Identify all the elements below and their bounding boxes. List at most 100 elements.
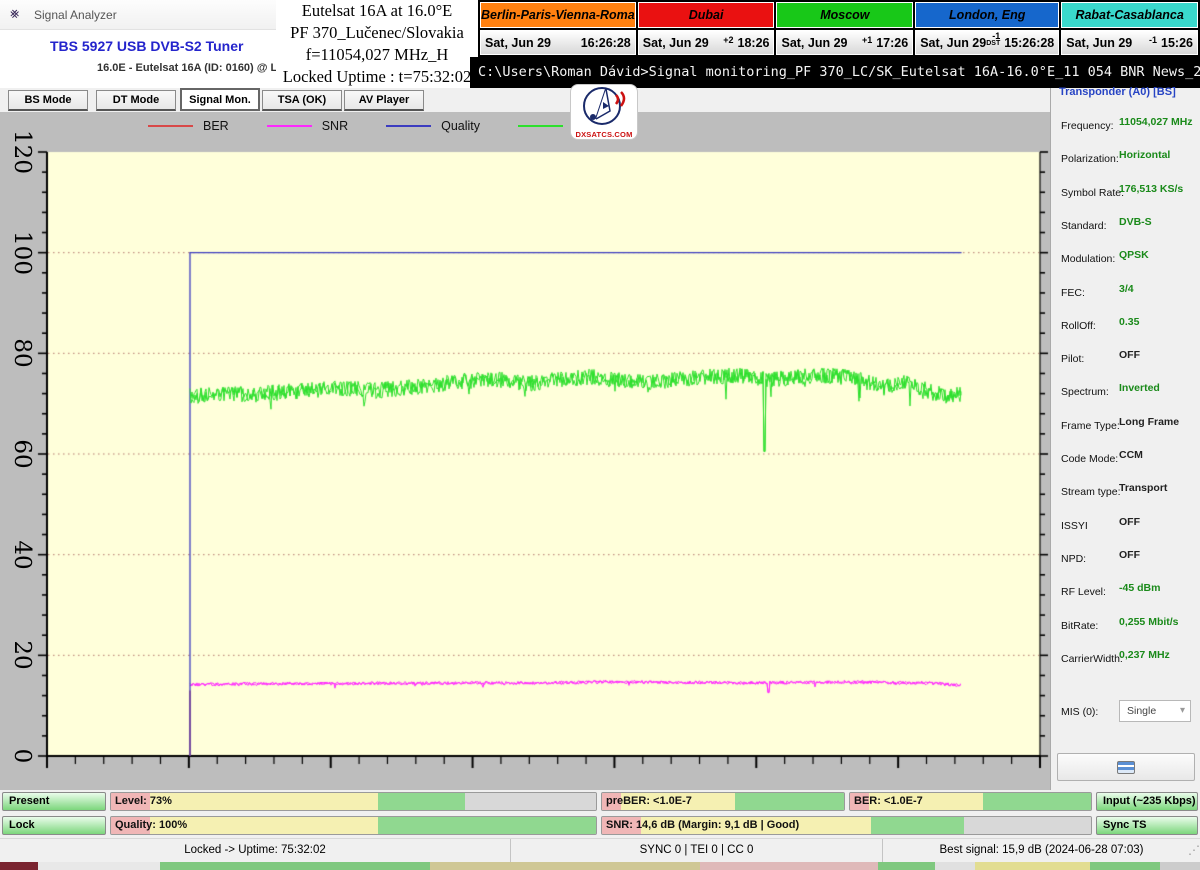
field-symbol-rate-: Symbol Rate:176,513 KS/s xyxy=(1061,183,1197,203)
status-best-signal: Best signal: 15,9 dB (2024-06-28 07:03) xyxy=(882,839,1200,862)
logo-text: DXSATCS.COM xyxy=(571,130,637,139)
legend-label: SNR xyxy=(322,119,348,133)
field-value: 0,255 Mbit/s xyxy=(1119,616,1179,628)
present-badge: Present xyxy=(2,792,106,811)
sync-ts-badge: Sync TS xyxy=(1096,816,1198,835)
clock: Dubai Sat, Jun 29 +2 18:26 xyxy=(638,2,775,57)
save-button[interactable] xyxy=(1057,753,1195,781)
field-pilot-: Pilot:OFF xyxy=(1061,349,1197,369)
save-icon xyxy=(1117,761,1135,774)
y-tick-label: 100 xyxy=(2,233,42,273)
field-label: NPD: xyxy=(1061,553,1086,565)
annotation-satellite: Eutelsat 16A at 16.0°E xyxy=(276,0,478,22)
level-line-swatch xyxy=(518,125,563,127)
clock: Berlin-Paris-Vienna-Roma Sat, Jun 29 16:… xyxy=(480,2,636,57)
annotation-frequency: f=11054,027 MHz_H xyxy=(276,44,478,66)
field-value: Horizontal xyxy=(1119,149,1170,161)
signal-history-chart xyxy=(0,140,1050,790)
field-label: RollOff: xyxy=(1061,320,1096,332)
field-label: Polarization: xyxy=(1061,153,1119,165)
y-tick-label: 60 xyxy=(2,434,42,474)
legend-item-ber: BER xyxy=(148,119,229,133)
clock-date: Sat, Jun 29 xyxy=(781,36,847,50)
clock-city-label: London, Eng xyxy=(915,2,1059,28)
field-frame-type-: Frame Type:Long Frame xyxy=(1061,416,1197,436)
field-label: ISSYI xyxy=(1061,520,1088,532)
y-tick-label: 120 xyxy=(2,132,42,172)
sliver-segment xyxy=(1090,862,1160,870)
app-title: Signal Analyzer xyxy=(34,0,117,30)
clock-time-row: Sat, Jun 29 -1 15:26 xyxy=(1061,30,1198,55)
status-bar: Locked -> Uptime: 75:32:02 SYNC 0 | TEI … xyxy=(0,838,1200,862)
sliver-segment xyxy=(878,862,935,870)
clock: Moscow Sat, Jun 29 +1 17:26 xyxy=(776,2,913,57)
field-bitrate-: BitRate: 0,255 Mbit/s xyxy=(1061,616,1197,636)
mis-row: MIS (0): Single ▾ xyxy=(1061,702,1197,722)
field-label: CarrierWidth: xyxy=(1061,653,1123,665)
clock-time-row: Sat, Jun 29 +1 17:26 xyxy=(776,30,913,55)
clock-time: 17:26 xyxy=(876,36,908,50)
status-sync-counters: SYNC 0 | TEI 0 | CC 0 xyxy=(510,839,882,862)
field-value: Transport xyxy=(1119,482,1167,494)
sliver-segment xyxy=(1160,862,1200,870)
clock-time: 18:26 xyxy=(738,36,770,50)
bar-zone xyxy=(378,817,596,834)
clock-date: Sat, Jun 29 xyxy=(1066,36,1132,50)
clock-city-label: Rabat-Casablanca xyxy=(1061,2,1198,28)
mis-selected-value: Single xyxy=(1127,705,1156,717)
field-npd-: NPD: OFF xyxy=(1061,549,1197,569)
dxsatcs-logo: DXSATCS.COM xyxy=(570,84,638,140)
field-label: BitRate: xyxy=(1061,620,1098,632)
clock-date: Sat, Jun 29 xyxy=(920,36,986,50)
field-modulation-: Modulation:QPSK xyxy=(1061,249,1197,269)
tab-tsa-ok-[interactable]: TSA (OK) xyxy=(262,90,342,111)
ber-progress-bar: BER: <1.0E-7 xyxy=(849,792,1092,811)
signal-analyzer-icon: ⨳ xyxy=(10,5,19,22)
tab-dt-mode[interactable]: DT Mode xyxy=(96,90,176,111)
clock: London, Eng Sat, Jun 29 -1DST 15:26:28 xyxy=(915,2,1059,57)
field-fec-: FEC:3/4 xyxy=(1061,283,1197,303)
clock-city-label: Moscow xyxy=(776,2,913,28)
field-rf-level-: RF Level:-45 dBm xyxy=(1061,582,1197,602)
world-clocks-panel: Berlin-Paris-Vienna-Roma Sat, Jun 29 16:… xyxy=(478,0,1200,57)
resize-grip[interactable]: ⋰ xyxy=(1188,843,1198,857)
clock: Rabat-Casablanca Sat, Jun 29 -1 15:26 xyxy=(1061,2,1198,57)
field-label: Code Mode: xyxy=(1061,453,1118,465)
mis-dropdown[interactable]: Single ▾ xyxy=(1119,700,1191,722)
tab-signal-mon-[interactable]: Signal Mon. xyxy=(180,88,260,111)
bar-zone xyxy=(465,793,596,810)
transponder-sidebar: Transponder (A0) [BS] Frequency:11054,02… xyxy=(1050,88,1200,790)
field-value: 3/4 xyxy=(1119,283,1134,295)
clock-utc-offset: -1DST xyxy=(986,32,1004,48)
clock-time-row: Sat, Jun 29 16:26:28 xyxy=(480,30,636,55)
field-issyi: ISSYIOFF xyxy=(1061,516,1197,536)
field-value: CCM xyxy=(1119,449,1143,461)
tab-bs-mode[interactable]: BS Mode xyxy=(8,90,88,111)
sliver-segment xyxy=(38,862,160,870)
sliver-segment xyxy=(700,862,878,870)
level-progress-bar: Level: 73% xyxy=(110,792,597,811)
field-spectrum-: Spectrum:Inverted xyxy=(1061,382,1197,402)
field-value: DVB-S xyxy=(1119,216,1152,228)
legend-label: BER xyxy=(203,119,229,133)
input-bitrate-badge: Input (~235 Kbps) xyxy=(1096,792,1198,811)
field-label: Stream type: xyxy=(1061,486,1121,498)
y-tick-label: 0 xyxy=(2,736,42,776)
snr-bar-label: SNR: 14,6 dB (Margin: 9,1 dB | Good) xyxy=(606,817,799,834)
quality-bar-label: Quality: 100% xyxy=(115,817,187,834)
y-tick-label: 40 xyxy=(2,535,42,575)
legend-item-snr: SNR xyxy=(267,119,348,133)
sliver-segment xyxy=(935,862,975,870)
field-value: 11054,027 MHz xyxy=(1119,116,1193,128)
clock-city-label: Berlin-Paris-Vienna-Roma xyxy=(480,2,636,28)
field-value: OFF xyxy=(1119,549,1140,561)
tab-av-player[interactable]: AV Player xyxy=(344,90,424,111)
annotation-uptime: Locked Uptime : t=75:32:02 xyxy=(276,66,478,88)
field-value: -45 dBm xyxy=(1119,582,1160,594)
signal-analyzer-screen: ⨳ Signal Analyzer TBS 5927 USB DVB-S2 Tu… xyxy=(0,0,1200,870)
field-label: Spectrum: xyxy=(1061,386,1109,398)
y-tick-label: 80 xyxy=(2,333,42,373)
sliver-segment xyxy=(160,862,430,870)
signal-chart-region: BERSNRQualityLevel 020406080100120 xyxy=(0,112,1050,790)
field-label: Frequency: xyxy=(1061,120,1114,132)
